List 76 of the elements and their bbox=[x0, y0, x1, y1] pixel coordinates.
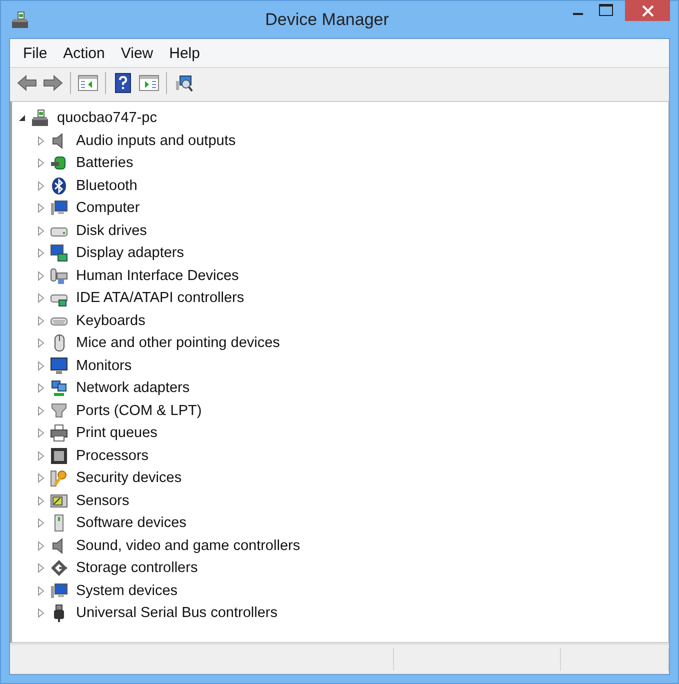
tree-item[interactable]: Audio inputs and outputs bbox=[76, 132, 236, 149]
collapsed-arrow-icon[interactable] bbox=[36, 248, 46, 258]
tree-item[interactable]: Software devices bbox=[76, 515, 186, 532]
back-button[interactable] bbox=[16, 72, 38, 94]
collapsed-arrow-icon[interactable] bbox=[36, 563, 46, 574]
tree-item[interactable]: Disk drives bbox=[76, 222, 147, 239]
action-pane-button[interactable] bbox=[138, 72, 160, 94]
computer-icon bbox=[10, 10, 30, 30]
close-button[interactable] bbox=[625, 0, 670, 21]
tree-item[interactable]: Monitors bbox=[76, 358, 132, 374]
collapsed-arrow-icon[interactable] bbox=[36, 406, 46, 416]
collapsed-arrow-icon[interactable] bbox=[36, 226, 46, 236]
collapsed-arrow-icon[interactable] bbox=[36, 518, 46, 528]
collapsed-arrow-icon[interactable] bbox=[36, 316, 46, 326]
computer-icon bbox=[50, 582, 68, 600]
tree-item[interactable]: Display adapters bbox=[76, 245, 184, 262]
menu-item[interactable]: View bbox=[112, 44, 162, 62]
collapsed-arrow-icon[interactable] bbox=[36, 203, 46, 214]
tree-item[interactable]: Batteries bbox=[76, 155, 134, 172]
tree-item[interactable]: Sound, video and game controllers bbox=[76, 538, 300, 554]
computer-icon bbox=[50, 199, 68, 218]
expanded-arrow-icon[interactable] bbox=[17, 113, 27, 124]
processor-icon bbox=[50, 446, 68, 465]
collapsed-arrow-icon[interactable] bbox=[36, 293, 46, 304]
bluetooth-icon bbox=[50, 176, 68, 195]
tree-item[interactable]: System devices bbox=[76, 582, 178, 599]
tree-item[interactable]: IDE ATA/ATAPI controllers bbox=[76, 290, 244, 306]
tree-item[interactable]: Keyboards bbox=[76, 312, 146, 329]
battery-plug-icon bbox=[50, 154, 68, 172]
collapsed-arrow-icon[interactable] bbox=[36, 608, 46, 618]
show-hide-tree-button[interactable] bbox=[77, 72, 99, 94]
collapsed-arrow-icon[interactable] bbox=[36, 450, 46, 461]
collapsed-arrow-icon[interactable] bbox=[36, 158, 46, 168]
tree-item[interactable]: Print queues bbox=[76, 425, 158, 442]
sensor-icon bbox=[50, 492, 68, 510]
key-icon bbox=[50, 469, 68, 488]
help-button[interactable] bbox=[112, 72, 134, 94]
collapsed-arrow-icon[interactable] bbox=[36, 338, 46, 348]
collapsed-arrow-icon[interactable] bbox=[36, 360, 46, 371]
tree-item[interactable]: Sensors bbox=[76, 492, 130, 509]
collapsed-arrow-icon[interactable] bbox=[36, 473, 46, 484]
tree-item[interactable]: Processors bbox=[76, 448, 149, 464]
printer-icon bbox=[50, 424, 68, 442]
tree-item[interactable]: Human Interface Devices bbox=[76, 268, 239, 284]
maximize-icon bbox=[598, 3, 614, 17]
collapsed-arrow-icon[interactable] bbox=[36, 383, 46, 394]
menu-item[interactable]: File bbox=[15, 44, 56, 62]
tree-item[interactable]: Ports (COM & LPT) bbox=[76, 402, 202, 419]
close-icon bbox=[642, 4, 654, 16]
monitor-icon bbox=[50, 356, 68, 375]
window-title: Device Manager bbox=[264, 10, 390, 30]
tree-item[interactable]: Universal Serial Bus controllers bbox=[76, 605, 278, 622]
port-icon bbox=[50, 402, 68, 420]
menu-item[interactable]: Action bbox=[55, 44, 113, 62]
tree-item[interactable]: Mice and other pointing devices bbox=[76, 335, 280, 352]
tree-item[interactable]: Storage controllers bbox=[76, 560, 198, 576]
minimize-icon bbox=[573, 13, 583, 15]
collapsed-arrow-icon[interactable] bbox=[36, 428, 46, 438]
tree-item[interactable]: Security devices bbox=[76, 470, 182, 486]
hid-icon bbox=[50, 266, 68, 285]
storage-icon bbox=[50, 559, 68, 578]
display-adapter-icon bbox=[50, 244, 68, 262]
tree-item[interactable]: Computer bbox=[76, 200, 140, 216]
tree-item[interactable]: quocbao747-pc bbox=[57, 110, 157, 126]
collapsed-arrow-icon[interactable] bbox=[36, 496, 46, 506]
network-icon bbox=[50, 379, 68, 398]
collapsed-arrow-icon[interactable] bbox=[36, 270, 46, 281]
computer-icon bbox=[31, 109, 49, 128]
collapsed-arrow-icon[interactable] bbox=[36, 586, 46, 596]
tree-item[interactable]: Bluetooth bbox=[76, 178, 138, 194]
tree-item[interactable]: Network adapters bbox=[76, 380, 190, 396]
forward-button[interactable] bbox=[42, 72, 64, 94]
collapsed-arrow-icon[interactable] bbox=[36, 180, 46, 191]
menu-item[interactable]: Help bbox=[161, 44, 208, 62]
collapsed-arrow-icon[interactable] bbox=[36, 540, 46, 551]
collapsed-arrow-icon[interactable] bbox=[36, 136, 46, 146]
